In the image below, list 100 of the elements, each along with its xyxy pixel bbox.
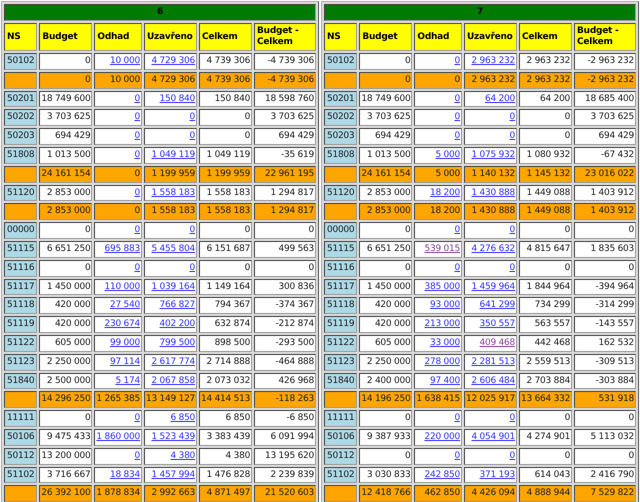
amount-link[interactable]: 0 [510, 112, 516, 122]
amount-link[interactable]: 799 500 [160, 338, 196, 348]
amount-link[interactable]: 0 [134, 188, 140, 198]
amount-link[interactable]: 0 [454, 112, 460, 122]
table-cell: 18 685 400 [574, 90, 636, 108]
amount-link[interactable]: 242 850 [424, 470, 460, 480]
amount-link[interactable]: 213 000 [424, 319, 460, 330]
ns-cell: 51118 [324, 297, 358, 314]
amount-link[interactable]: 0 [134, 225, 140, 236]
amount-link[interactable]: 371 193 [480, 470, 516, 480]
amount-link[interactable]: 0 [134, 262, 140, 273]
amount-link[interactable]: 18 834 [110, 470, 140, 480]
amount-link[interactable]: 1 860 000 [96, 432, 140, 442]
table-cell: 0 [519, 448, 572, 465]
amount-link[interactable]: 539 015 [424, 244, 460, 254]
amount-link[interactable]: 4 054 901 [471, 432, 516, 442]
amount-link[interactable]: 33 000 [430, 338, 460, 348]
amount-link[interactable]: 97 400 [430, 376, 460, 386]
amount-link[interactable]: 0 [510, 131, 516, 142]
amount-link[interactable]: 64 200 [485, 94, 516, 104]
amount-link[interactable]: 0 [510, 450, 516, 461]
amount-link[interactable]: 4 380 [170, 450, 196, 461]
table-cell: 0 [359, 410, 412, 427]
amount-link[interactable]: 0 [454, 56, 460, 66]
amount-link[interactable]: 99 000 [110, 338, 140, 348]
amount-link[interactable]: 385 000 [424, 282, 460, 292]
amount-link[interactable]: 0 [134, 450, 140, 461]
table-cell: 0 [199, 109, 252, 126]
amount-link[interactable]: 230 674 [104, 319, 140, 330]
amount-link[interactable]: 2 617 774 [151, 356, 196, 367]
table-cell: 4 815 647 [519, 240, 572, 258]
amount-link[interactable]: 0 [134, 150, 140, 160]
amount-link[interactable]: 10 000 [110, 56, 140, 66]
amount-link[interactable]: 220 000 [424, 432, 460, 442]
amount-link[interactable]: 0 [454, 225, 460, 236]
amount-link[interactable]: 0 [190, 112, 196, 122]
amount-link[interactable]: 695 883 [104, 244, 140, 254]
ns-cell: 51123 [324, 354, 358, 371]
amount-link[interactable]: 110 000 [104, 282, 140, 292]
amount-link[interactable]: 5 455 804 [151, 244, 196, 254]
amount-link[interactable]: 0 [510, 262, 516, 273]
table-cell: 2 416 790 [574, 466, 636, 484]
subtotal-cell: 0 [414, 72, 462, 89]
amount-link[interactable]: 18 200 [430, 188, 460, 198]
amount-link[interactable]: 278 000 [424, 356, 460, 367]
amount-link[interactable]: 5 174 [115, 376, 140, 386]
subtotal-cell: 12 025 917 [464, 391, 518, 408]
amount-link[interactable]: 0 [454, 131, 460, 142]
amount-link[interactable]: 5 000 [435, 150, 460, 160]
table-cell: 0 [39, 53, 92, 70]
subtotal-cell: 1 140 132 [464, 166, 518, 183]
amount-link[interactable]: 0 [190, 131, 196, 142]
amount-link[interactable]: 0 [190, 262, 196, 273]
amount-link[interactable]: 1 457 994 [151, 470, 196, 480]
table-cell: 1 558 183 [199, 184, 252, 202]
amount-link[interactable]: 27 540 [110, 300, 140, 310]
amount-link[interactable]: 0 [454, 450, 460, 461]
amount-link[interactable]: 1 075 932 [471, 150, 516, 160]
amount-link[interactable]: 2 606 484 [471, 376, 516, 386]
amount-link[interactable]: 6 850 [170, 413, 196, 424]
amount-link[interactable]: 97 114 [110, 356, 140, 367]
amount-link[interactable]: 0 [454, 413, 460, 424]
amount-link[interactable]: 150 840 [160, 94, 196, 104]
amount-link[interactable]: 4 729 306 [151, 56, 196, 66]
amount-link[interactable]: 1 558 183 [151, 188, 196, 198]
amount-link[interactable]: 1 523 439 [151, 432, 196, 442]
table-cell: 694 429 [359, 128, 412, 145]
table-cell: 0 [519, 410, 572, 427]
amount-link[interactable]: 0 [134, 94, 140, 104]
amount-link[interactable]: 0 [454, 262, 460, 273]
amount-link[interactable]: 1 459 964 [471, 282, 516, 292]
amount-link[interactable]: 350 557 [480, 319, 516, 330]
table-cell: 6 850 [199, 410, 252, 427]
table-cell: 0 [199, 128, 252, 145]
amount-link[interactable]: 1 049 119 [151, 150, 196, 160]
amount-link[interactable]: 4 276 632 [471, 244, 516, 254]
amount-link[interactable]: 2 963 232 [471, 56, 516, 66]
amount-link[interactable]: 2 067 858 [151, 376, 196, 386]
amount-link[interactable]: 0 [134, 112, 140, 122]
amount-link[interactable]: 0 [134, 131, 140, 142]
amount-link[interactable]: 1 039 164 [151, 282, 196, 292]
amount-link[interactable]: 0 [510, 413, 516, 424]
amount-link[interactable]: 93 000 [430, 300, 460, 310]
table-cell: -303 884 [574, 372, 636, 390]
amount-link[interactable]: 0 [510, 225, 516, 236]
subtotal-cell: 1 558 183 [199, 203, 252, 220]
table-cell: 0 [519, 128, 572, 145]
amount-link[interactable]: 0 [190, 225, 196, 236]
amount-link[interactable]: 0 [134, 413, 140, 424]
amount-link[interactable]: 766 827 [160, 300, 196, 310]
ns-cell: 51122 [4, 334, 38, 352]
ns-cell: 51122 [324, 334, 358, 352]
amount-link[interactable]: 402 200 [160, 319, 196, 330]
amount-link[interactable]: 1 430 888 [471, 188, 516, 198]
amount-link[interactable]: 641 299 [480, 300, 516, 310]
amount-link[interactable]: 2 281 513 [471, 356, 516, 367]
table-cell: 1 844 964 [519, 278, 572, 296]
amount-link[interactable]: 409 468 [480, 338, 516, 348]
amount-link[interactable]: 0 [454, 94, 460, 104]
table-cell: 563 557 [519, 316, 572, 333]
